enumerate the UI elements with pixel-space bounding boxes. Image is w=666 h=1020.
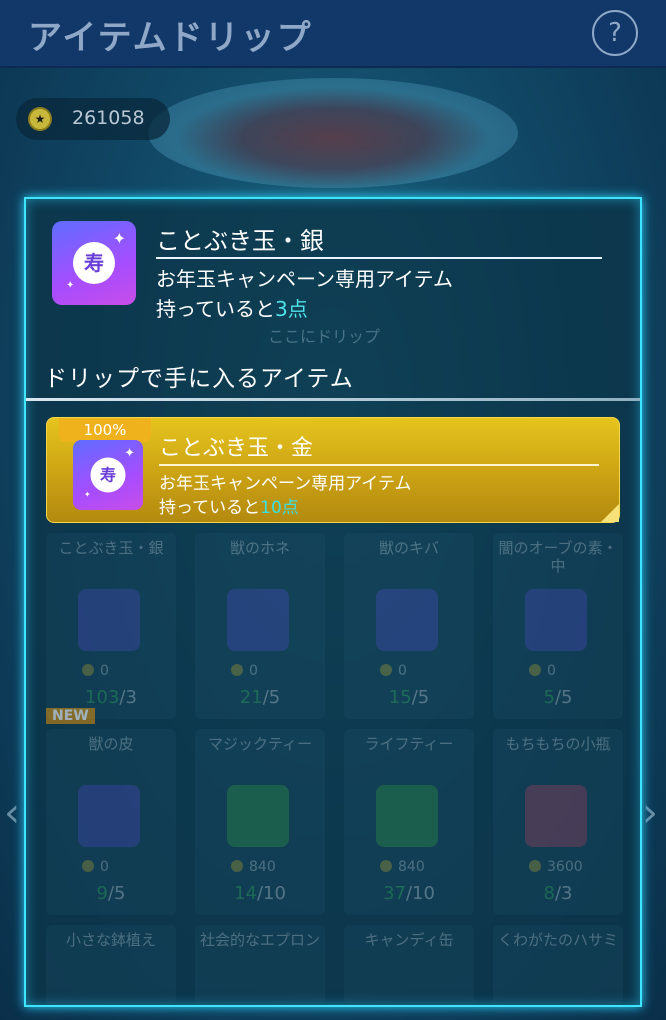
grid-item-cost: 0 [82, 859, 109, 875]
grid-item-stock: 5/5 [543, 687, 573, 708]
coin-icon [82, 664, 94, 676]
grid-item-stock: 15/5 [388, 687, 430, 708]
source-item-name: ことぶき玉・銀 [156, 227, 324, 255]
divider [159, 464, 599, 466]
coin-icon [231, 664, 243, 676]
grid-item: 社会的なエプロン [195, 925, 325, 1005]
grid-item-name: マジックティー [207, 735, 313, 753]
grid-item: 獣のキバ 0 15/5 [344, 533, 474, 719]
grid-item-name: もちもちの小瓶 [505, 735, 611, 753]
grid-item-cost: 840 [231, 859, 276, 875]
grid-item-cost: 0 [82, 663, 109, 679]
grid-item-cost: 0 [380, 663, 407, 679]
help-button[interactable]: ? [592, 10, 638, 56]
grid-item: キャンディ缶 [344, 925, 474, 1005]
divider [26, 398, 640, 401]
sparkle-icon: ✦ [124, 446, 135, 461]
fang-icon [376, 589, 438, 651]
grid-item-name: ことぶき玉・銀 [58, 539, 164, 557]
grid-item-name: 獣のホネ [229, 539, 290, 557]
grid-item-name: 獣のキバ [378, 539, 439, 557]
bottle-icon [525, 785, 587, 847]
grid-item-cost: 3600 [529, 859, 583, 875]
kotobuki-glyph: 寿 [90, 457, 126, 493]
source-item-points: 持っていると3点 [156, 293, 308, 322]
drop-hint: ここにドリップ [268, 327, 381, 346]
tea-cup-icon [227, 785, 289, 847]
grid-item-name: キャンディ缶 [364, 931, 454, 949]
points-prefix: 持っていると [156, 297, 275, 321]
grid-item: ことぶき玉・銀 0 103/3 [46, 533, 176, 719]
app-header: アイテムドリップ ? [0, 0, 666, 68]
result-heading: ドリップで手に入るアイテム [44, 366, 354, 392]
grid-item-name: 闇のオーブの素・中 [498, 539, 618, 575]
points-prefix: 持っていると [159, 498, 261, 518]
grid-item-name: ライフティー [364, 735, 454, 753]
divider [156, 257, 602, 259]
grid-item: 闇のオーブの素・中 0 5/5 [493, 533, 623, 719]
drip-bowl-decoration [148, 78, 518, 188]
grid-item-cost: 0 [529, 663, 556, 679]
orb-icon [78, 589, 140, 651]
coin-icon [380, 860, 392, 872]
source-item-description: お年玉キャンペーン専用アイテム [156, 267, 453, 291]
result-item-card[interactable]: 100% 寿 ✦ ✦ ことぶき玉・金 お年玉キャンペーン専用アイテム 持っている… [46, 417, 620, 523]
dark-orb-icon [525, 589, 587, 651]
source-item-icon: 寿 ✦ ✦ [52, 221, 136, 305]
sparkle-icon: ✦ [112, 229, 126, 248]
tea-cup-icon [376, 785, 438, 847]
grid-item-name: 小さな鉢植え [65, 931, 156, 949]
grid-item-stock: 37/10 [383, 883, 435, 904]
chance-badge: 100% [59, 418, 151, 442]
grid-item-name: くわがたのハサミ [497, 931, 618, 949]
coin-icon [380, 664, 392, 676]
sparkle-icon: ✦ [84, 490, 91, 499]
grid-item-name: 獣の皮 [88, 735, 134, 753]
grid-item-stock: 21/5 [239, 687, 281, 708]
background-item-grid: ことぶき玉・銀 0 103/3 獣のホネ 0 21/5 獣のキバ 0 15/5 … [46, 533, 624, 1005]
grid-item: 獣のホネ 0 21/5 [195, 533, 325, 719]
drip-detail-panel[interactable]: 寿 ✦ ✦ ことぶき玉・銀 お年玉キャンペーン専用アイテム 持っていると3点 こ… [24, 197, 642, 1007]
grid-item-cost: 0 [231, 663, 258, 679]
coin-icon: ★ [28, 107, 52, 131]
card-corner-decoration [601, 504, 619, 522]
kotobuki-glyph: 寿 [73, 242, 115, 284]
bone-icon [227, 589, 289, 651]
grid-item-stock: 8/3 [543, 883, 573, 904]
grid-item: マジックティー 840 14/10 [195, 729, 325, 915]
new-badge: NEW [46, 708, 95, 724]
points-value: 3点 [275, 297, 308, 321]
result-item-icon: 寿 ✦ ✦ [73, 440, 143, 510]
next-page-arrow-icon[interactable]: › [642, 790, 658, 836]
page-title: アイテムドリップ [28, 18, 313, 58]
result-item-points: 持っていると10点 [159, 493, 299, 518]
grid-item-cost: 840 [380, 859, 425, 875]
grid-item: 小さな鉢植え [46, 925, 176, 1005]
grid-item: くわがたのハサミ [493, 925, 623, 1005]
prev-page-arrow-icon[interactable]: ‹ [4, 790, 20, 836]
result-item-description: お年玉キャンペーン専用アイテム [159, 474, 412, 494]
coin-icon [529, 664, 541, 676]
coin-icon [231, 860, 243, 872]
grid-item: 獣の皮 0 9/5 [46, 729, 176, 915]
result-item-name: ことぶき玉・金 [159, 436, 314, 461]
coin-icon [82, 860, 94, 872]
coin-icon [529, 860, 541, 872]
coin-balance-value: 261058 [72, 107, 145, 129]
grid-item-stock: 14/10 [234, 883, 286, 904]
grid-item: ライフティー 840 37/10 [344, 729, 474, 915]
hide-icon [78, 785, 140, 847]
sparkle-icon: ✦ [66, 280, 75, 291]
grid-item-name: 社会的なエプロン [199, 931, 320, 949]
grid-item-stock: 9/5 [96, 883, 126, 904]
points-value: 10点 [260, 498, 299, 518]
grid-item: もちもちの小瓶 3600 8/3 [493, 729, 623, 915]
coin-balance: ★ 261058 [16, 98, 170, 140]
grid-item-stock: 103/3 [85, 687, 137, 708]
